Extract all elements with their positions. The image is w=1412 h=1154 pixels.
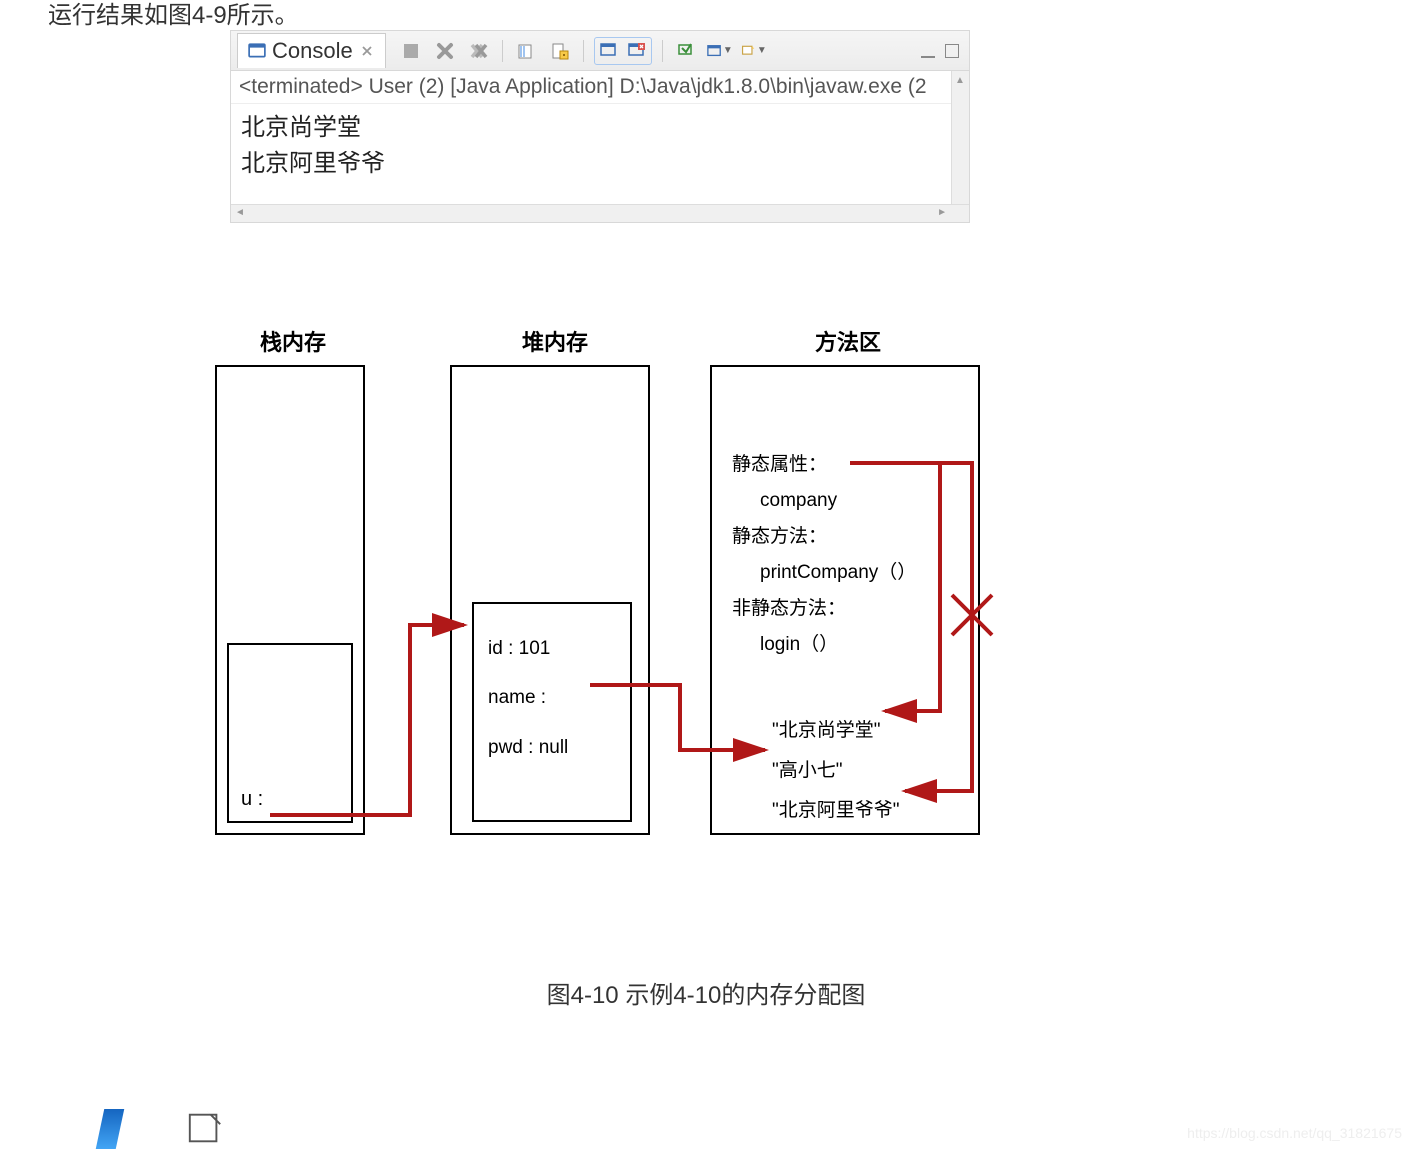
vertical-scrollbar[interactable]: ▲ [951,71,969,204]
console-process-header: <terminated> User (2) [Java Application]… [231,71,969,104]
scroll-lock-icon[interactable] [547,38,573,64]
instance-method-label: 非静态方法： [732,591,916,627]
show-on-output-icon[interactable] [595,38,623,64]
static-method-label: 静态方法： [732,519,916,555]
horizontal-scrollbar[interactable]: ◄ ► [231,204,969,222]
maximize-icon[interactable] [945,44,959,58]
console-icon [248,42,266,60]
heap-field-pwd: pwd : null [488,723,616,772]
console-toolbar: ▼ ▼ [398,37,767,65]
watermark: https://blog.csdn.net/qq_31821675 [1187,1125,1402,1141]
remove-icon[interactable] [432,38,458,64]
console-line: 北京阿里爷爷 [241,146,959,182]
console-titlebar: Console [231,31,969,71]
open-console-icon[interactable]: ▼ [741,38,767,64]
console-panel: Console [230,30,970,223]
pin-console-icon[interactable] [673,38,699,64]
string-pool: "北京尚学堂" "高小七" "北京阿里爷爷" [772,711,900,831]
heap-field-name: name : [488,673,616,722]
string-literal: "北京尚学堂" [772,711,900,751]
stack-ref-label: u : [241,788,263,811]
stop-icon[interactable] [398,38,424,64]
edit-icon [180,1109,230,1147]
console-line: 北京尚学堂 [241,110,959,146]
console-tab-label: Console [272,38,353,64]
window-buttons [921,44,963,58]
memory-diagram: 栈内存 堆内存 方法区 u : User id : 101 name : pwd… [190,315,1030,845]
string-literal: "北京阿里爷爷" [772,791,900,831]
method-area-header: 方法区 [815,325,881,357]
heap-header: 堆内存 [522,325,588,357]
figure-caption: 图4-10 示例4-10的内存分配图 [0,975,1412,1010]
deco-mark-icon [96,1109,125,1149]
remove-all-icon[interactable] [466,38,492,64]
bottom-decoration [100,1109,230,1149]
heap-memory-box: id : 101 name : pwd : null [450,365,650,835]
clear-console-icon[interactable] [513,38,539,64]
instance-method-value: login（） [732,627,916,663]
console-tab[interactable]: Console [237,33,386,68]
stack-memory-box: u : [215,365,365,835]
show-on-error-icon[interactable] [623,38,651,64]
close-icon[interactable] [359,43,375,59]
console-output: 北京尚学堂 北京阿里爷爷 [231,104,969,204]
minimize-icon[interactable] [921,44,935,58]
method-area-content: 静态属性： company 静态方法： printCompany（） 非静态方法… [732,447,916,664]
heap-field-id: id : 101 [488,624,616,673]
stack-frame: u : [227,643,353,823]
stack-header: 栈内存 [260,325,326,357]
method-area-box: 静态属性： company 静态方法： printCompany（） 非静态方法… [710,365,980,835]
string-literal: "高小七" [772,751,900,791]
static-method-value: printCompany（） [732,555,916,591]
static-attr-value: company [732,483,916,519]
heap-object: id : 101 name : pwd : null [472,602,632,822]
static-attr-label: 静态属性： [732,447,916,483]
intro-text: 运行结果如图4-9所示。 [0,0,1412,30]
display-selected-console-icon[interactable]: ▼ [707,38,733,64]
